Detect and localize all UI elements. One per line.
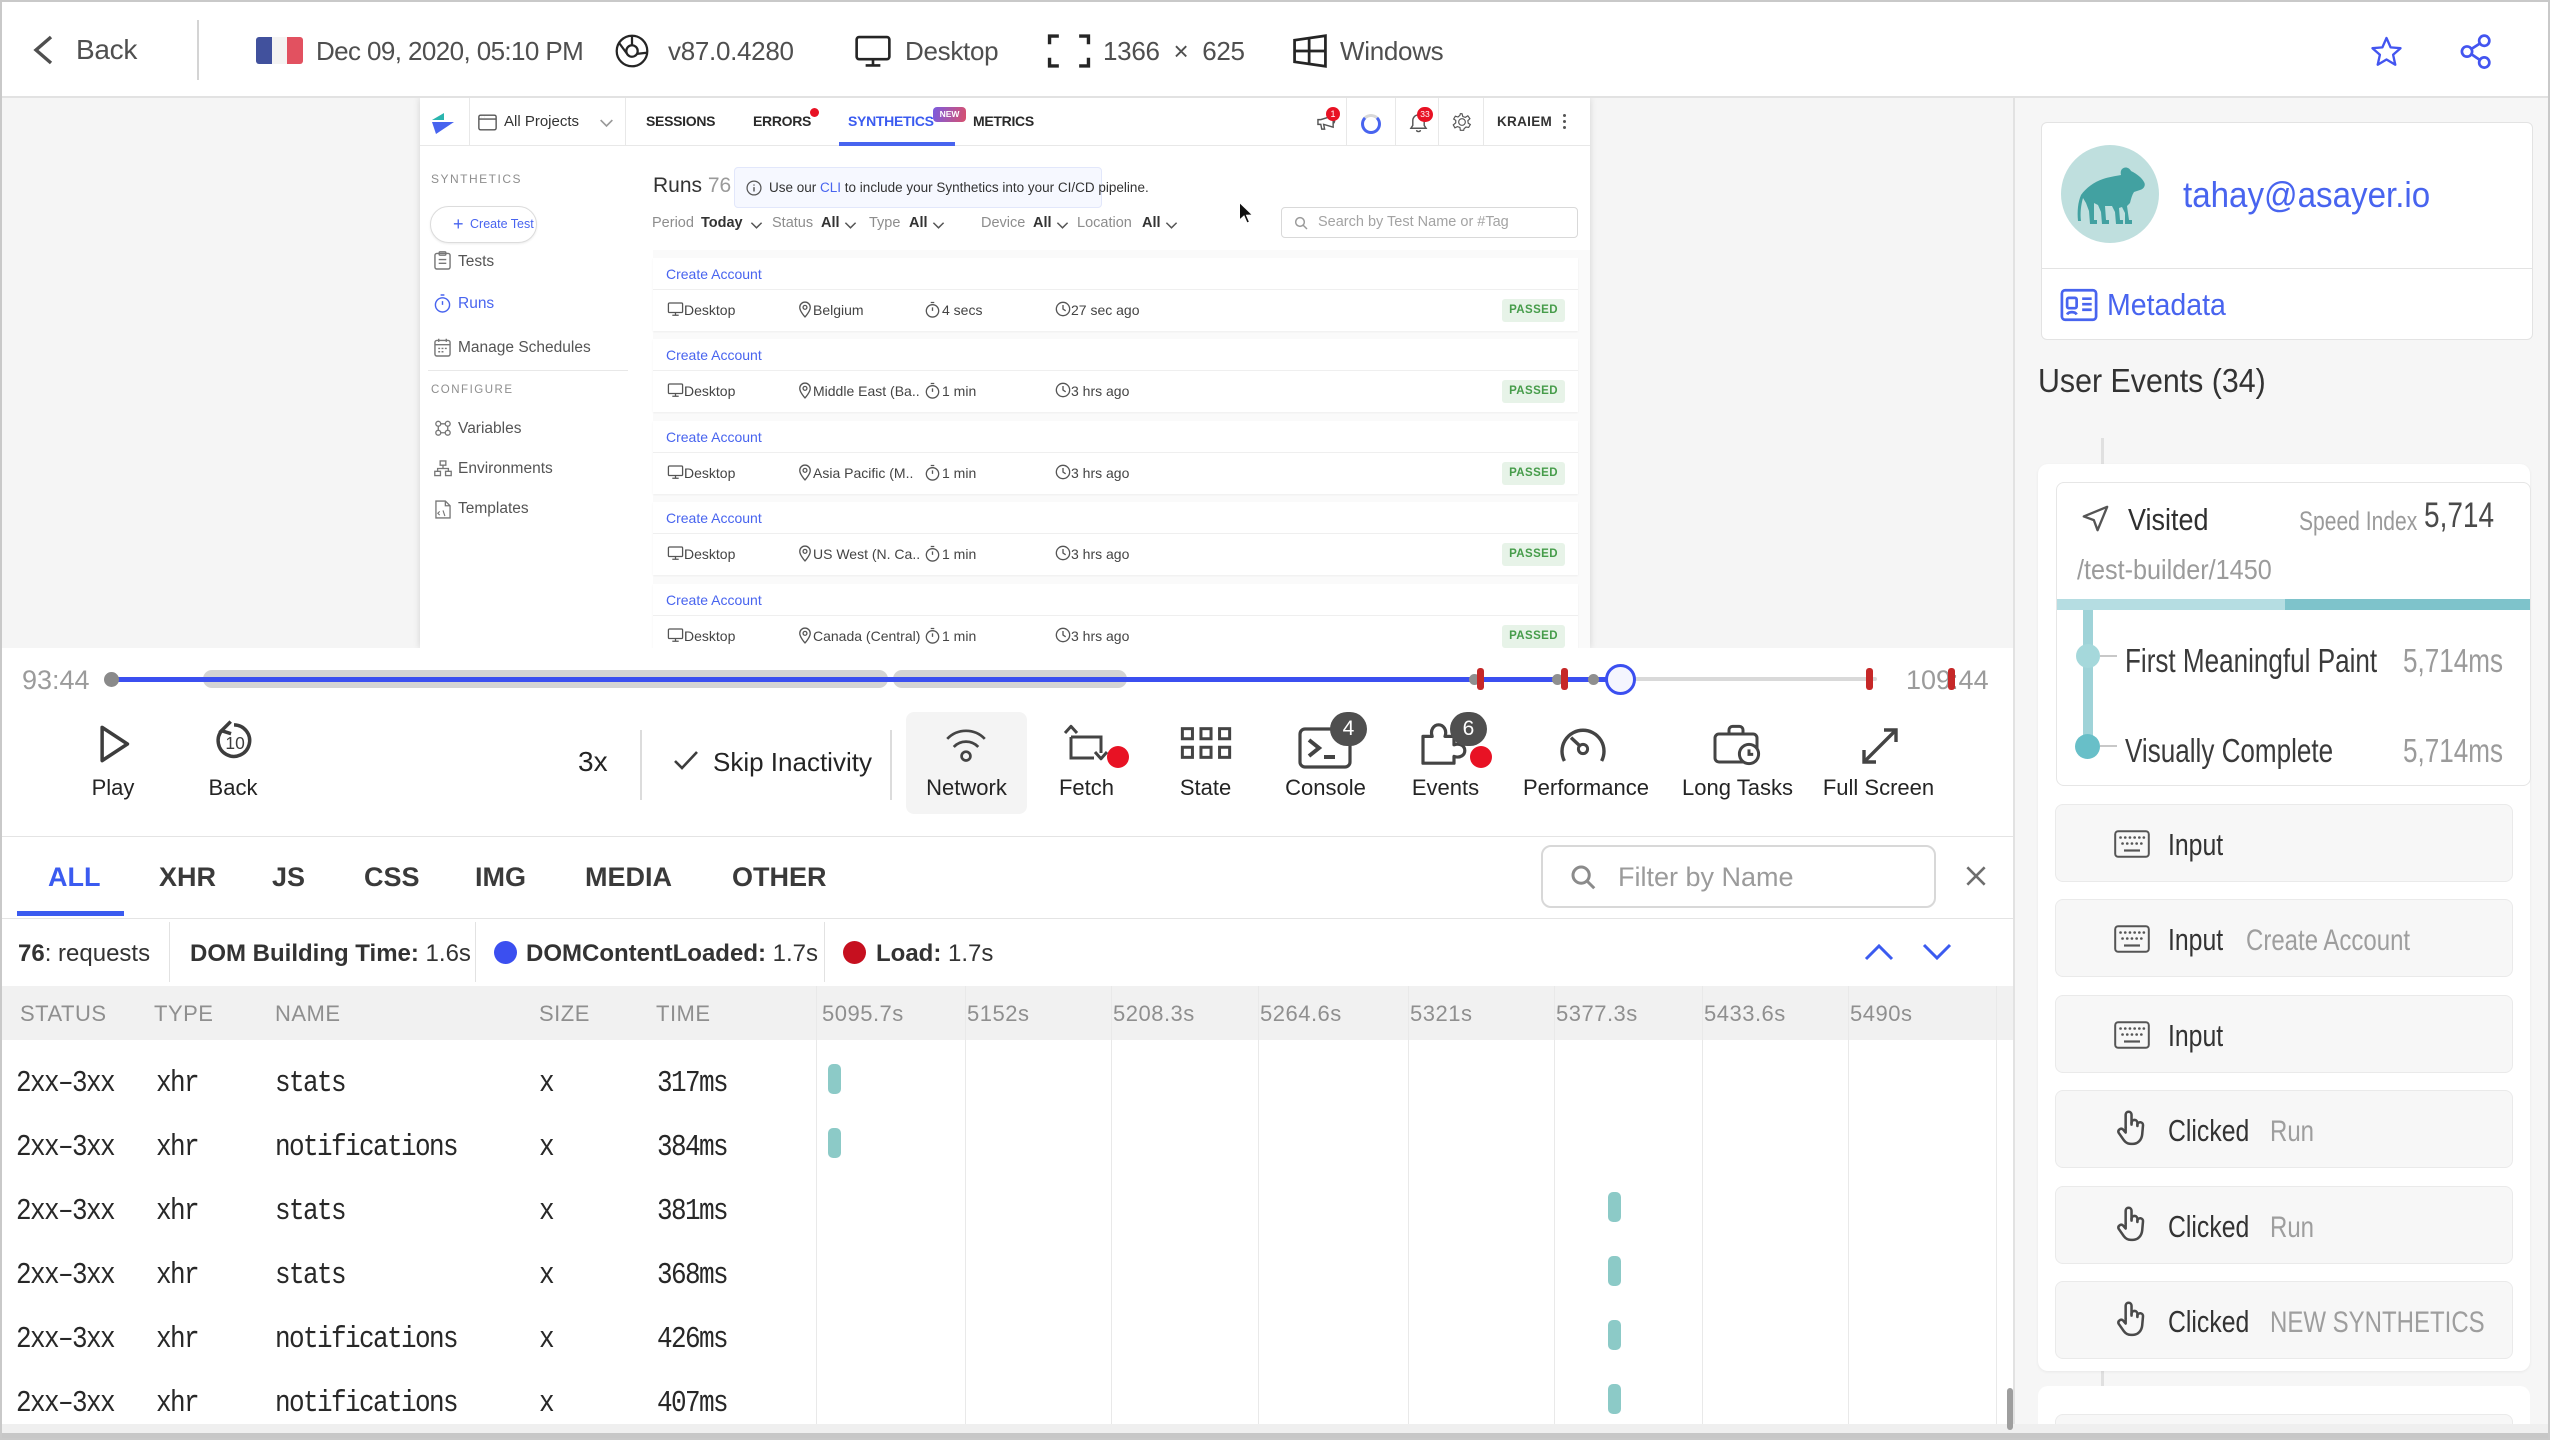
svg-text:10: 10 bbox=[225, 733, 244, 753]
